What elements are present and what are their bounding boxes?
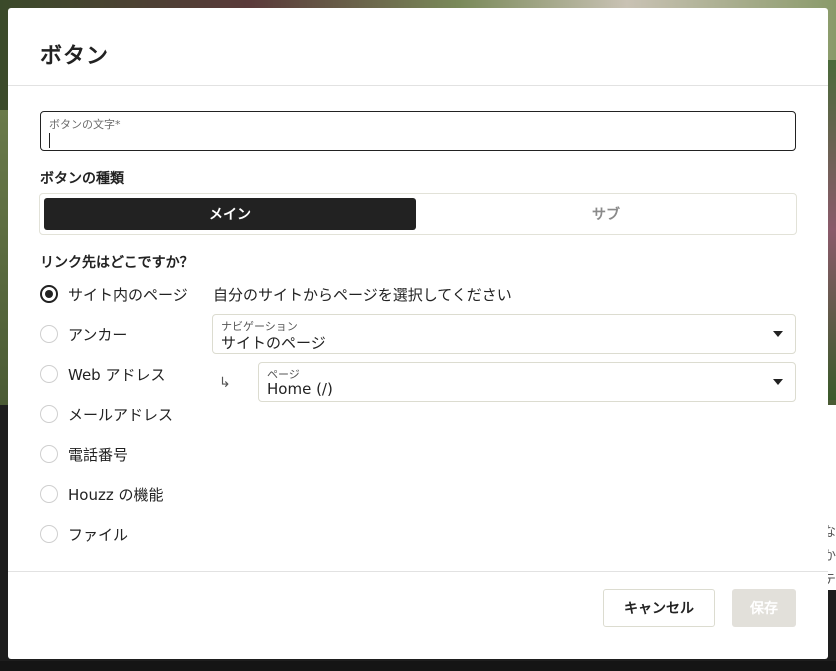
save-button[interactable]: 保存 [732,589,796,627]
button-type-label: ボタンの種類 [40,171,124,187]
link-option-site-page[interactable]: サイト内のページ [40,283,188,305]
radio-button-selected[interactable] [40,285,58,303]
text-caret [49,133,50,148]
link-option-label: ファイル [68,525,129,544]
radio-button[interactable] [40,325,58,343]
button-type-main[interactable]: メイン [44,198,416,230]
page-select[interactable]: ページ Home (/) [258,362,796,402]
link-option-label: Houzz の機能 [68,485,164,504]
dialog-header: ボタン [8,8,828,86]
radio-button[interactable] [40,525,58,543]
link-option-label: サイト内のページ [68,285,188,304]
button-dialog: ボタン ボタンの文字* ボタンの種類 メイン サブ リンク先はどこですか？ サイ… [8,8,828,659]
button-type-sub[interactable]: サブ [420,198,792,230]
link-option-anchor[interactable]: アンカー [40,323,127,345]
link-helper-text: 自分のサイトからページを選択してください [213,286,512,304]
link-option-file[interactable]: ファイル [40,523,128,545]
subdirectory-arrow-icon: ↳ [219,375,231,391]
link-option-web-address[interactable]: Web アドレス [40,363,165,385]
link-option-label: Web アドレス [68,365,166,384]
cancel-button[interactable]: キャンセル [603,589,715,627]
link-option-email[interactable]: メールアドレス [40,403,173,425]
button-text-field[interactable]: ボタンの文字* [40,111,796,151]
navigation-select[interactable]: ナビゲーション サイトのページ [212,314,796,354]
link-option-label: 電話番号 [68,445,129,464]
background-bottom-band [0,661,836,671]
chevron-down-icon [773,379,783,385]
radio-button[interactable] [40,445,58,463]
radio-button[interactable] [40,405,58,423]
button-text-label: ボタンの文字* [49,118,121,131]
radio-button[interactable] [40,485,58,503]
navigation-select-value: サイトのページ [221,334,326,352]
link-option-houzz-feature[interactable]: Houzz の機能 [40,483,163,505]
button-type-toggle: メイン サブ [39,193,797,235]
page-select-value: Home (/) [267,380,333,398]
link-option-phone[interactable]: 電話番号 [40,443,128,465]
link-option-label: アンカー [68,325,128,344]
link-option-label: メールアドレス [68,405,174,424]
dialog-title: ボタン [40,44,110,69]
radio-button[interactable] [40,365,58,383]
link-destination-label: リンク先はどこですか？ [40,255,194,271]
chevron-down-icon [773,331,783,337]
dialog-footer: キャンセル 保存 [8,571,828,659]
